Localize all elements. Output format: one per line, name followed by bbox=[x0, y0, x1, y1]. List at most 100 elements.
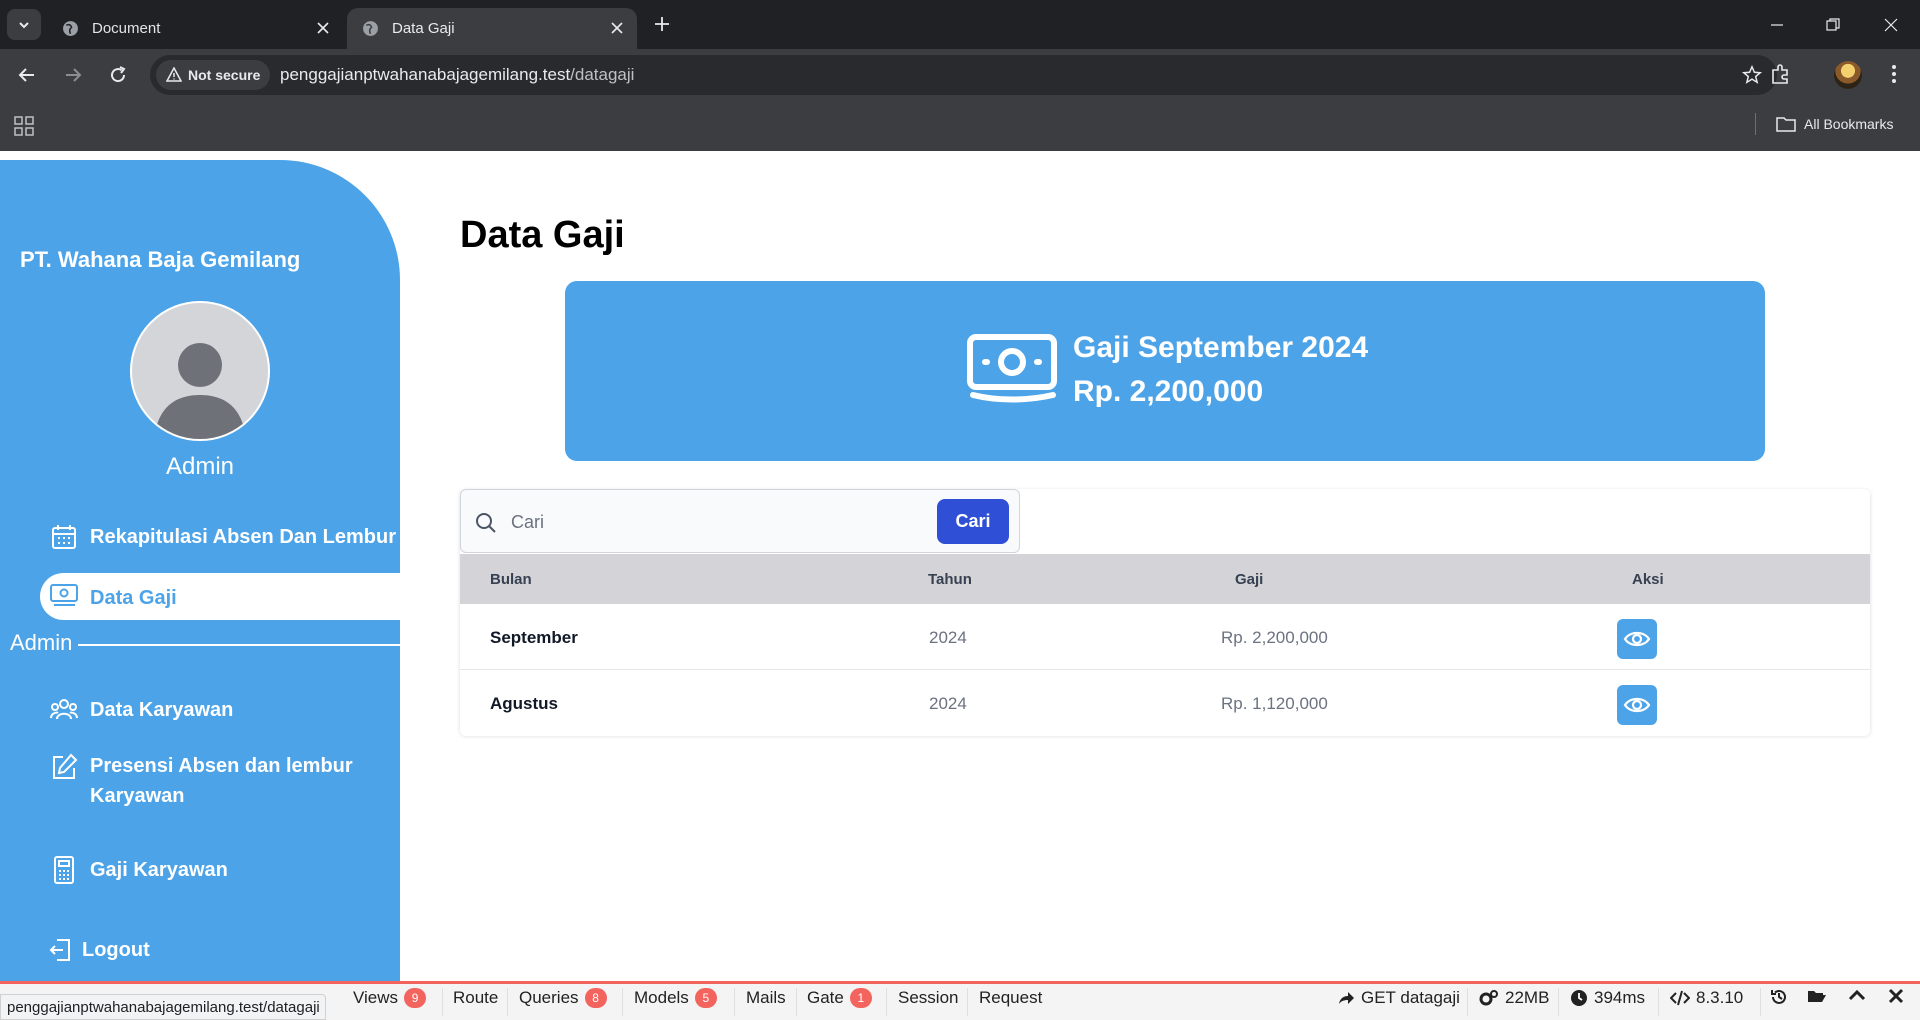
view-button[interactable] bbox=[1617, 685, 1657, 725]
close-icon bbox=[1884, 18, 1898, 32]
browser-tab-document[interactable]: Document bbox=[47, 8, 343, 49]
user-name: Admin bbox=[165, 453, 235, 480]
debug-tab-models[interactable]: Models 5 bbox=[634, 988, 717, 1008]
bookmarks-separator bbox=[1755, 113, 1756, 135]
history-icon bbox=[1771, 989, 1786, 1004]
clock-icon bbox=[1571, 990, 1587, 1006]
debug-memory[interactable]: 22MB bbox=[1479, 988, 1549, 1008]
tab-title: Data Gaji bbox=[392, 20, 455, 37]
debug-tab-views[interactable]: Views 9 bbox=[353, 988, 427, 1008]
money-icon bbox=[967, 334, 1057, 403]
new-tab-button[interactable] bbox=[652, 14, 672, 34]
browser-tab-data-gaji[interactable]: Data Gaji bbox=[347, 8, 637, 49]
debug-history-button[interactable] bbox=[1770, 988, 1788, 1006]
users-icon bbox=[50, 696, 78, 724]
cell-gaji: Rp. 2,200,000 bbox=[1221, 628, 1328, 647]
debug-tab-label: Mails bbox=[746, 988, 786, 1007]
debug-separator bbox=[967, 988, 968, 1016]
debug-separator bbox=[442, 988, 443, 1016]
cell-tahun: 2024 bbox=[929, 628, 967, 647]
globe-icon bbox=[63, 21, 78, 36]
tab-search-button[interactable] bbox=[7, 9, 41, 40]
column-header-bulan: Bulan bbox=[490, 571, 532, 588]
minimize-button[interactable] bbox=[1766, 14, 1788, 36]
profile-avatar-icon[interactable] bbox=[1834, 61, 1862, 89]
table-row: Agustus 2024 Rp. 1,120,000 bbox=[460, 670, 1870, 736]
sidebar: PT. Wahana Baja Gemilang Admin Rekapitul… bbox=[0, 160, 400, 981]
table-row: September 2024 Rp. 2,200,000 bbox=[460, 604, 1870, 670]
globe-icon bbox=[363, 21, 378, 36]
debug-tab-request[interactable]: Request bbox=[979, 988, 1042, 1008]
cell-gaji: Rp. 1,120,000 bbox=[1221, 694, 1328, 713]
debug-time[interactable]: 394ms bbox=[1570, 988, 1645, 1008]
sidebar-item-label: Data Karyawan bbox=[90, 698, 234, 721]
debug-open-button[interactable] bbox=[1807, 988, 1827, 1004]
debug-route-info[interactable]: GET datagaji bbox=[1337, 988, 1460, 1008]
browser-toolbar: Not secure penggajianptwahanabajagemilan… bbox=[0, 49, 1920, 99]
all-bookmarks-button[interactable]: All Bookmarks bbox=[1776, 113, 1893, 135]
count-badge: 5 bbox=[694, 988, 717, 1008]
section-label: Admin bbox=[10, 630, 73, 655]
code-icon bbox=[1670, 990, 1690, 1006]
reload-button[interactable] bbox=[105, 62, 131, 88]
debug-tab-queries[interactable]: Queries 8 bbox=[519, 988, 607, 1008]
cell-bulan: Agustus bbox=[490, 694, 558, 713]
sidebar-item-rekapitulasi[interactable]: Rekapitulasi Absen Dan Lembur bbox=[50, 523, 396, 551]
folder-open-icon bbox=[1808, 991, 1826, 1002]
debug-close-button[interactable] bbox=[1888, 988, 1904, 1004]
sidebar-item-presensi[interactable]: Presensi Absen dan lembur Karyawan bbox=[50, 751, 353, 811]
eye-icon bbox=[1623, 697, 1651, 713]
sidebar-item-data-gaji[interactable]: Data Gaji bbox=[40, 573, 400, 620]
debug-route-label: GET datagaji bbox=[1361, 988, 1460, 1007]
debug-separator bbox=[1760, 988, 1761, 1016]
column-header-gaji: Gaji bbox=[1235, 571, 1264, 588]
salary-summary-banner: Gaji September 2024 Rp. 2,200,000 bbox=[565, 281, 1765, 461]
sidebar-item-label: Rekapitulasi Absen Dan Lembur bbox=[90, 525, 396, 548]
debug-tab-mails[interactable]: Mails bbox=[746, 988, 786, 1008]
debug-tab-session[interactable]: Session bbox=[898, 988, 958, 1008]
menu-kebab-icon[interactable] bbox=[1882, 62, 1906, 86]
close-icon[interactable] bbox=[609, 20, 625, 36]
restore-button[interactable] bbox=[1822, 14, 1844, 36]
sidebar-item-data-karyawan[interactable]: Data Karyawan bbox=[50, 696, 233, 724]
bookmark-star-icon[interactable] bbox=[1741, 64, 1763, 86]
count-badge: 1 bbox=[849, 988, 872, 1008]
debug-tab-label: Views bbox=[353, 988, 399, 1007]
sidebar-item-gaji-karyawan[interactable]: Gaji Karyawan bbox=[50, 856, 228, 884]
search-input[interactable] bbox=[511, 508, 891, 536]
money-icon bbox=[50, 582, 78, 614]
logout-label: Logout bbox=[82, 938, 150, 961]
close-icon bbox=[1888, 988, 1904, 1004]
column-header-aksi: Aksi bbox=[1632, 571, 1664, 588]
count-badge: 8 bbox=[584, 988, 607, 1008]
logout-button[interactable]: Logout bbox=[46, 936, 150, 964]
debug-tab-label: Request bbox=[979, 988, 1043, 1007]
search-button[interactable]: Cari bbox=[937, 499, 1009, 544]
address-bar[interactable]: Not secure penggajianptwahanabajagemilan… bbox=[150, 55, 1777, 95]
debug-tab-route[interactable]: Route bbox=[453, 988, 498, 1008]
close-window-button[interactable] bbox=[1880, 14, 1902, 36]
close-icon[interactable] bbox=[315, 20, 331, 36]
debug-tab-gate[interactable]: Gate 1 bbox=[807, 988, 872, 1008]
edit-icon bbox=[50, 753, 78, 781]
debug-separator bbox=[507, 988, 508, 1016]
debug-maximize-button[interactable] bbox=[1848, 988, 1866, 1002]
security-chip[interactable]: Not secure bbox=[156, 60, 271, 90]
debug-php-label: 8.3.10 bbox=[1696, 988, 1744, 1007]
url-text[interactable]: penggajianptwahanabajagemilang.test/data… bbox=[280, 65, 634, 85]
apps-grid-icon[interactable] bbox=[13, 115, 35, 137]
minimize-icon bbox=[1771, 24, 1783, 26]
share-arrow-icon bbox=[1339, 992, 1354, 1004]
calculator-icon bbox=[50, 856, 78, 884]
chevron-up-icon bbox=[1848, 989, 1866, 1001]
extensions-icon[interactable] bbox=[1769, 62, 1793, 86]
sidebar-item-label: Presensi Absen dan lembur bbox=[90, 755, 353, 777]
view-button[interactable] bbox=[1617, 619, 1657, 659]
company-name: PT. Wahana Baja Gemilang bbox=[20, 247, 301, 272]
reload-icon bbox=[111, 66, 126, 83]
eye-icon bbox=[1623, 631, 1651, 647]
forward-button[interactable] bbox=[60, 62, 86, 88]
debug-php-version[interactable]: 8.3.10 bbox=[1670, 988, 1743, 1008]
sidebar-item-label: Data Gaji bbox=[90, 586, 177, 609]
back-button[interactable] bbox=[14, 62, 40, 88]
